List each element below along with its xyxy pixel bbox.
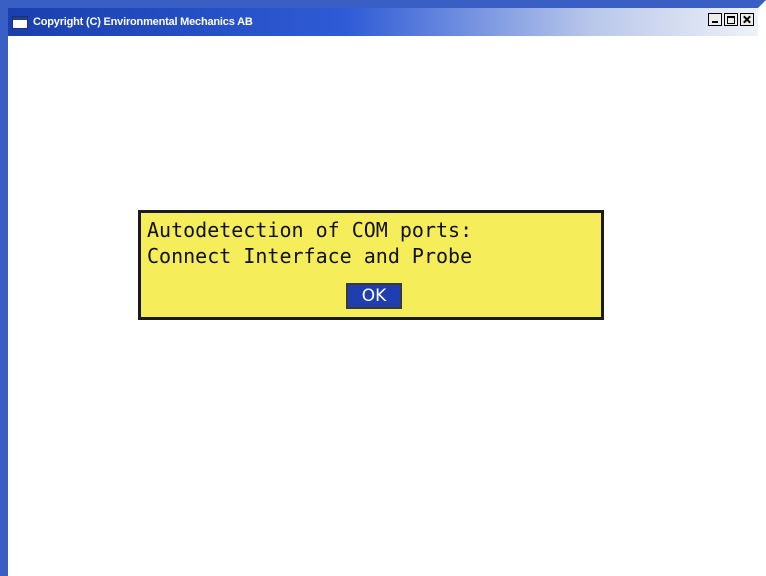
app-window: Copyright (C) Environmental Mechanics AB…	[0, 0, 766, 576]
minimize-icon[interactable]	[708, 13, 722, 26]
dialog-message-line-1: Autodetection of COM ports:	[147, 218, 473, 242]
client-area: Autodetection of COM ports: Connect Inte…	[8, 36, 758, 576]
dialog-message-line-2: Connect Interface and Probe	[147, 244, 473, 268]
com-port-dialog: Autodetection of COM ports: Connect Inte…	[138, 210, 604, 320]
close-icon[interactable]	[740, 13, 754, 26]
maximize-icon[interactable]	[724, 13, 738, 26]
window-app-icon[interactable]	[12, 15, 28, 29]
window-title: Copyright (C) Environmental Mechanics AB	[33, 16, 253, 28]
title-bar[interactable]: Copyright (C) Environmental Mechanics AB	[8, 8, 758, 36]
window-controls	[708, 13, 754, 26]
ok-button[interactable]: OK	[346, 283, 402, 309]
